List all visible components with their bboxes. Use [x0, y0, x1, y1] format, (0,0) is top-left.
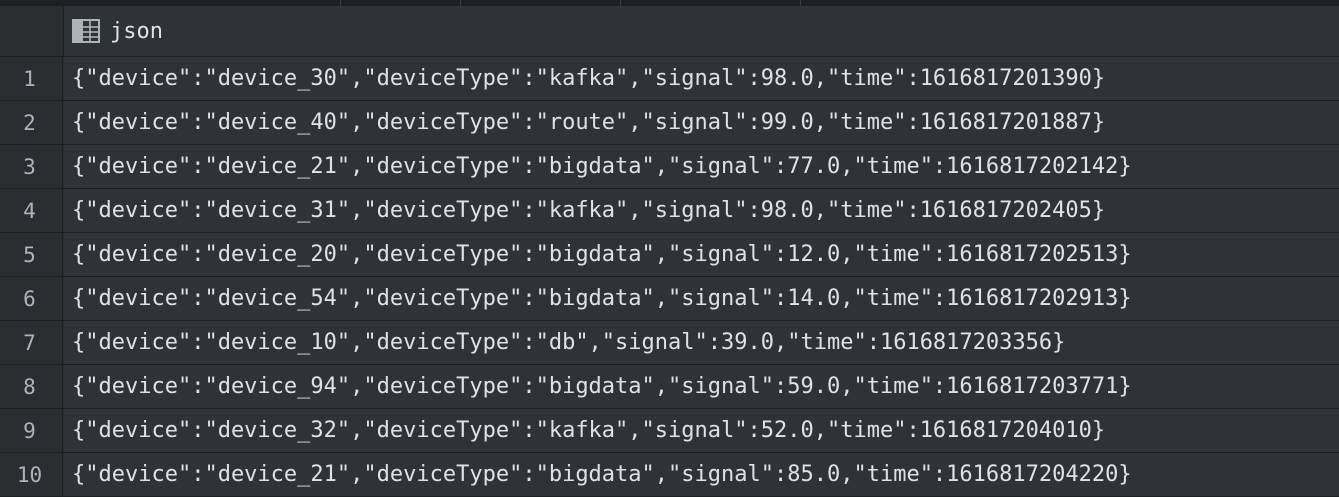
table-row[interactable]: 4 {"device":"device_31","deviceType":"ka… [0, 189, 1339, 233]
row-number[interactable]: 10 [0, 453, 63, 496]
table-row[interactable]: 1 {"device":"device_30","deviceType":"ka… [0, 57, 1339, 101]
table-row[interactable]: 9 {"device":"device_32","deviceType":"ka… [0, 409, 1339, 453]
json-cell[interactable]: {"device":"device_32","deviceType":"kafk… [64, 409, 1339, 452]
row-number[interactable]: 8 [0, 365, 63, 408]
table-row[interactable]: 10 {"device":"device_21","deviceType":"b… [0, 453, 1339, 497]
json-cell[interactable]: {"device":"device_30","deviceType":"kafk… [64, 57, 1339, 100]
row-number[interactable]: 9 [0, 409, 63, 452]
result-grid: json 1 {"device":"device_30","deviceType… [0, 0, 1339, 497]
json-cell[interactable]: {"device":"device_21","deviceType":"bigd… [64, 453, 1339, 496]
json-cell[interactable]: {"device":"device_21","deviceType":"bigd… [64, 145, 1339, 188]
table-row[interactable]: 2 {"device":"device_40","deviceType":"ro… [0, 101, 1339, 145]
json-cell[interactable]: {"device":"device_31","deviceType":"kafk… [64, 189, 1339, 232]
table-column-icon [72, 19, 100, 43]
row-number[interactable]: 4 [0, 189, 63, 232]
json-cell[interactable]: {"device":"device_94","deviceType":"bigd… [64, 365, 1339, 408]
table-row[interactable]: 3 {"device":"device_21","deviceType":"bi… [0, 145, 1339, 189]
grid-corner[interactable] [0, 6, 64, 56]
json-cell[interactable]: {"device":"device_40","deviceType":"rout… [64, 101, 1339, 144]
column-header-json[interactable]: json [64, 6, 163, 56]
row-number[interactable]: 5 [0, 233, 63, 276]
row-number[interactable]: 1 [0, 57, 63, 100]
table-row[interactable]: 8 {"device":"device_94","deviceType":"bi… [0, 365, 1339, 409]
column-header-label: json [110, 18, 163, 44]
row-number[interactable]: 6 [0, 277, 63, 320]
json-cell[interactable]: {"device":"device_54","deviceType":"bigd… [64, 277, 1339, 320]
grid-header-row: json [0, 6, 1339, 57]
json-cell[interactable]: {"device":"device_20","deviceType":"bigd… [64, 233, 1339, 276]
json-cell[interactable]: {"device":"device_10","deviceType":"db",… [64, 321, 1339, 364]
table-row[interactable]: 5 {"device":"device_20","deviceType":"bi… [0, 233, 1339, 277]
table-row[interactable]: 7 {"device":"device_10","deviceType":"db… [0, 321, 1339, 365]
table-row[interactable]: 6 {"device":"device_54","deviceType":"bi… [0, 277, 1339, 321]
row-number[interactable]: 2 [0, 101, 63, 144]
row-number[interactable]: 3 [0, 145, 63, 188]
row-number[interactable]: 7 [0, 321, 63, 364]
